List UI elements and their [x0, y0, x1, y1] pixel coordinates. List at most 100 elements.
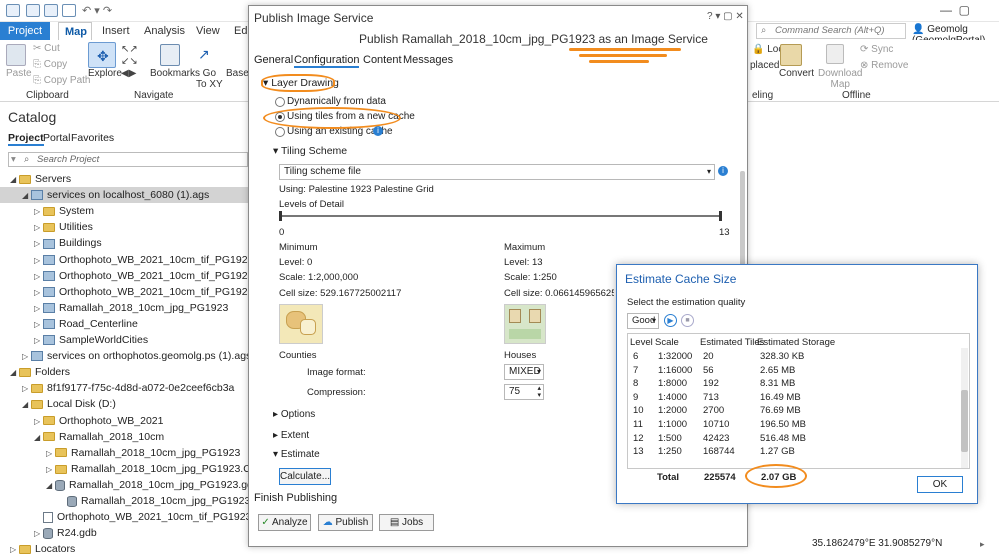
- convert-button[interactable]: Convert: [779, 68, 814, 79]
- stop-icon[interactable]: ■: [681, 314, 694, 327]
- compression-stepper[interactable]: 75 ▴ ▾: [504, 384, 544, 400]
- cache-column-header[interactable]: Estimated Tiles: [700, 336, 764, 350]
- catalog-tree-item[interactable]: Ramallah_2018_10cm_jpg_PG1923: [0, 493, 250, 509]
- options-section[interactable]: ▸ Options: [273, 409, 315, 420]
- catalog-tab-portal[interactable]: Portal: [43, 132, 70, 144]
- command-search-input[interactable]: ⌕ Command Search (Alt+Q): [756, 23, 906, 39]
- collapsed-icon[interactable]: ▷: [46, 446, 55, 462]
- catalog-tree-item[interactable]: ▷ Ramallah_2018_10cm_jpg_PG1923.Overviews: [0, 461, 292, 478]
- catalog-tree-item[interactable]: ◢ Folders: [0, 364, 248, 380]
- explore-icon[interactable]: ✥: [88, 42, 116, 68]
- tab-insert[interactable]: Insert: [96, 22, 136, 40]
- radio-existing-cache[interactable]: [275, 127, 285, 137]
- jobs-button[interactable]: ▤ Jobs: [379, 514, 434, 531]
- expanded-icon[interactable]: ◢: [22, 188, 31, 204]
- calculate-button[interactable]: Calculate...: [279, 468, 331, 485]
- cache-table-scrollbar[interactable]: [961, 348, 968, 468]
- collapsed-icon[interactable]: ▷: [34, 301, 43, 317]
- tab-edit[interactable]: Edit: [228, 22, 248, 40]
- cut-button[interactable]: ✂ Cut: [33, 43, 60, 54]
- expanded-icon[interactable]: ◢: [22, 397, 31, 413]
- bookmarks-button[interactable]: Bookmarks: [150, 68, 200, 79]
- catalog-tree-item[interactable]: ▷ Orthophoto_WB_2021: [0, 413, 248, 429]
- publish-tab-content[interactable]: Content: [363, 54, 402, 66]
- catalog-tree-item[interactable]: ◢ Servers: [0, 171, 248, 187]
- copy-path-button[interactable]: ⎘ Copy Path: [33, 75, 90, 86]
- collapsed-icon[interactable]: ▷: [34, 269, 43, 285]
- catalog-tree-item[interactable]: ▷ Orthophoto_WB_2021_10cm_tif_PG1923: [0, 252, 253, 268]
- catalog-tree-item[interactable]: ▷ R24.gdb: [0, 525, 248, 541]
- catalog-tab-project[interactable]: Project: [8, 132, 44, 146]
- pane-controls-icon[interactable]: ? ▾ ▢ ✕: [707, 11, 744, 22]
- tab-project[interactable]: Project: [0, 22, 50, 40]
- collapsed-icon[interactable]: ▷: [22, 381, 31, 397]
- catalog-tree-item[interactable]: ▷ services on orthophotos.geomolg.ps (1).…: [0, 348, 251, 365]
- publish-tab-general[interactable]: General: [254, 54, 293, 66]
- catalog-tree-item[interactable]: ▷ System: [0, 203, 248, 219]
- tiling-scheme-section[interactable]: ▾ Tiling Scheme: [273, 145, 347, 157]
- catalog-tree-item[interactable]: ▷ Ramallah_2018_10cm_jpg_PG1923: [0, 445, 248, 461]
- collapsed-icon[interactable]: ▷: [34, 317, 43, 333]
- extent-section[interactable]: ▸ Extent: [273, 430, 309, 441]
- catalog-search-input[interactable]: ▾ ⌕ Search Project: [8, 152, 248, 167]
- catalog-tree-item[interactable]: ▷ Utilities: [0, 219, 248, 235]
- expanded-icon[interactable]: ◢: [34, 430, 43, 446]
- quality-select[interactable]: Good ▾: [627, 313, 659, 329]
- cache-column-header[interactable]: Estimated Storage: [757, 336, 835, 350]
- catalog-tree-item[interactable]: ▷ 8f1f9177-f75c-4d8d-a072-0e2ceef6cb3a: [0, 380, 248, 396]
- catalog-tree-item[interactable]: ◢ services on localhost_6080 (1).ags: [0, 187, 248, 204]
- collapsed-icon[interactable]: ▷: [34, 414, 43, 430]
- tiling-scheme-select[interactable]: Tiling scheme file ▾: [279, 164, 715, 180]
- expanded-icon[interactable]: ◢: [10, 172, 19, 188]
- collapsed-icon[interactable]: ▷: [34, 526, 43, 542]
- collapsed-icon[interactable]: ▷: [46, 462, 55, 478]
- collapsed-icon[interactable]: ▷: [10, 542, 19, 558]
- open-icon[interactable]: [44, 4, 58, 17]
- catalog-search-dropdown-icon[interactable]: ▾: [11, 153, 16, 166]
- sync-button[interactable]: ⟳ Sync: [860, 44, 893, 55]
- cache-column-header[interactable]: Scale: [655, 336, 679, 350]
- info-icon[interactable]: i: [718, 166, 728, 176]
- collapsed-icon[interactable]: ▷: [34, 220, 43, 236]
- tab-analysis[interactable]: Analysis: [138, 22, 191, 40]
- paste-button[interactable]: Paste: [6, 68, 32, 79]
- convert-icon[interactable]: [780, 44, 802, 66]
- window-controls[interactable]: — ▢: [940, 3, 970, 17]
- estimate-section[interactable]: ▾ Estimate: [273, 449, 320, 460]
- publish-tab-configuration[interactable]: Configuration: [294, 54, 360, 68]
- bookmarks-icon[interactable]: [160, 44, 180, 66]
- paste-icon[interactable]: [6, 44, 26, 66]
- goto-xy-icon[interactable]: ↗: [198, 46, 210, 63]
- publish-tab-messages[interactable]: Messages: [403, 54, 453, 66]
- lod-max-thumb[interactable]: [719, 211, 722, 221]
- expanded-icon[interactable]: ◢: [10, 365, 19, 381]
- collapsed-icon[interactable]: ▷: [34, 333, 43, 349]
- info-icon[interactable]: i: [373, 126, 383, 136]
- cache-column-header[interactable]: Level: [630, 336, 653, 350]
- goto-xy-button[interactable]: Go To XY: [196, 68, 223, 90]
- catalog-tab-favorites[interactable]: Favorites: [71, 132, 114, 144]
- catalog-tree-item[interactable]: ▷ SampleWorldCities: [0, 332, 248, 348]
- save-icon[interactable]: [62, 4, 76, 17]
- image-format-select[interactable]: MIXED ▾: [504, 364, 544, 380]
- explore-button[interactable]: Explore: [88, 68, 122, 79]
- catalog-tree-item[interactable]: ▷ Ramallah_2018_10cm_jpg_PG1923: [0, 300, 248, 316]
- status-scroll-icon[interactable]: ▸: [980, 534, 985, 554]
- catalog-tree-item[interactable]: ◢ Ramallah_2018_10cm_jpg_PG1923.gdb: [0, 477, 259, 494]
- collapsed-icon[interactable]: ▷: [22, 349, 31, 365]
- catalog-tree-item[interactable]: ▷ Locators: [0, 541, 248, 557]
- collapsed-icon[interactable]: ▷: [34, 204, 43, 220]
- analyze-button[interactable]: ✓ Analyze: [258, 514, 311, 531]
- catalog-tree-item[interactable]: ▷ Orthophoto_WB_2021_10cm_tif_PG1923_03: [0, 284, 271, 301]
- lod-range-slider[interactable]: [279, 211, 725, 227]
- play-icon[interactable]: ▶: [664, 314, 677, 327]
- tab-view[interactable]: View: [190, 22, 226, 40]
- ok-button[interactable]: OK: [917, 476, 963, 493]
- expanded-icon[interactable]: ◢: [46, 478, 55, 494]
- collapsed-icon[interactable]: ▷: [34, 285, 43, 301]
- collapsed-icon[interactable]: ▷: [34, 236, 43, 252]
- new-icon[interactable]: [26, 4, 40, 17]
- catalog-tree-item[interactable]: ◢ Local Disk (D:): [0, 396, 248, 412]
- catalog-tree-item[interactable]: ▷ Road_Centerline: [0, 316, 248, 332]
- download-map-icon[interactable]: [826, 44, 844, 64]
